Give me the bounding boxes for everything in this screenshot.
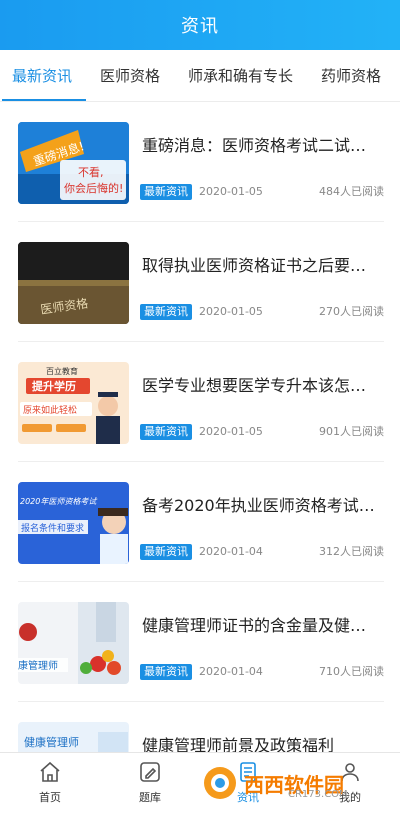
top-header: 资讯 xyxy=(0,0,400,50)
tab-apprenticeship[interactable]: 师承和确有专长 xyxy=(188,50,293,101)
nav-question-bank[interactable]: 题库 xyxy=(120,759,180,805)
home-icon xyxy=(20,759,80,785)
tab-latest-news[interactable]: 最新资讯 xyxy=(1,50,87,101)
read-count: 710人已阅读 xyxy=(319,665,384,678)
article-item[interactable]: 重磅消息! 不看, 你会后悔的! 重磅消息：医师资格考试二试… 最新资讯 202… xyxy=(18,102,384,222)
read-count: 270人已阅读 xyxy=(319,305,384,318)
thumb-text: 不看, xyxy=(78,165,104,179)
article-item[interactable]: 健康管理师 健康管理师前景及政策福利 xyxy=(18,702,384,752)
thumb-text: 提升学历 xyxy=(32,379,76,393)
article-thumbnail: 健康管理师 xyxy=(18,722,129,752)
article-title: 健康管理师前景及政策福利 xyxy=(142,736,335,752)
article-thumbnail: 康管理师 xyxy=(18,602,129,684)
read-count: 901人已阅读 xyxy=(319,425,384,438)
category-badge: 最新资讯 xyxy=(140,544,192,560)
article-date: 2020-01-05 xyxy=(199,425,263,438)
nav-home[interactable]: 首页 xyxy=(20,759,80,805)
watermark-icon xyxy=(204,767,236,799)
thumb-text: 康管理师 xyxy=(18,659,58,672)
page-title: 资讯 xyxy=(181,16,219,37)
category-badge: 最新资讯 xyxy=(140,184,192,200)
article-thumbnail: 医师资格 xyxy=(18,242,129,324)
article-title: 取得执业医师资格证书之后要… xyxy=(142,256,367,275)
article-thumbnail: 百立教育 提升学历 原来如此轻松 xyxy=(18,362,129,444)
watermark-logo: 西西软件园 CR173.COM xyxy=(200,761,384,805)
article-list: 重磅消息! 不看, 你会后悔的! 重磅消息：医师资格考试二试… 最新资讯 202… xyxy=(0,102,400,752)
article-item[interactable]: 康管理师 健康管理师证书的含金量及健… 最新资讯 2020-01-04 710人… xyxy=(18,582,384,702)
pen-icon xyxy=(120,759,180,785)
thumb-text: 原来如此轻松 xyxy=(23,404,77,416)
thumb-text: 2020年医师资格考试 xyxy=(20,497,97,506)
tab-physician-qualification[interactable]: 医师资格 xyxy=(100,50,160,101)
thumb-text: 百立教育 xyxy=(46,366,78,376)
article-date: 2020-01-04 xyxy=(199,545,263,558)
article-thumbnail: 2020年医师资格考试 报名条件和要求 xyxy=(18,482,129,564)
article-item[interactable]: 2020年医师资格考试 报名条件和要求 备考2020年执业医师资格考试… 最新资… xyxy=(18,462,384,582)
article-title: 重磅消息：医师资格考试二试… xyxy=(142,136,367,155)
tab-pharmacist-qualification[interactable]: 药师资格 xyxy=(321,50,381,101)
article-item[interactable]: 医师资格 取得执业医师资格证书之后要… 最新资讯 2020-01-05 270人… xyxy=(18,222,384,342)
article-title: 备考2020年执业医师资格考试… xyxy=(142,496,375,515)
article-thumbnail: 重磅消息! 不看, 你会后悔的! xyxy=(18,122,129,204)
article-title: 健康管理师证书的含金量及健… xyxy=(142,616,367,635)
category-badge: 最新资讯 xyxy=(140,664,192,680)
thumb-text: 健康管理师 xyxy=(24,735,79,749)
category-tabs: 最新资讯 医师资格 师承和确有专长 药师资格 xyxy=(0,50,400,102)
read-count: 312人已阅读 xyxy=(319,545,384,558)
category-badge: 最新资讯 xyxy=(140,304,192,320)
nav-label: 首页 xyxy=(39,791,61,804)
thumb-text: 报名条件和要求 xyxy=(21,522,84,534)
watermark-subtext: CR173.COM xyxy=(288,789,348,800)
thumb-text: 你会后悔的! xyxy=(64,181,123,195)
nav-label: 题库 xyxy=(139,791,161,804)
article-date: 2020-01-05 xyxy=(199,185,263,198)
read-count: 484人已阅读 xyxy=(319,185,384,198)
category-badge: 最新资讯 xyxy=(140,424,192,440)
article-title: 医学专业想要医学专升本该怎… xyxy=(142,376,367,395)
bottom-navigation: 首页 题库 资讯 我的 西西软件园 CR173.COM xyxy=(0,752,400,813)
article-date: 2020-01-04 xyxy=(199,665,263,678)
article-item[interactable]: 百立教育 提升学历 原来如此轻松 医学专业想要医学专升本该怎… 最新资讯 202… xyxy=(18,342,384,462)
article-date: 2020-01-05 xyxy=(199,305,263,318)
